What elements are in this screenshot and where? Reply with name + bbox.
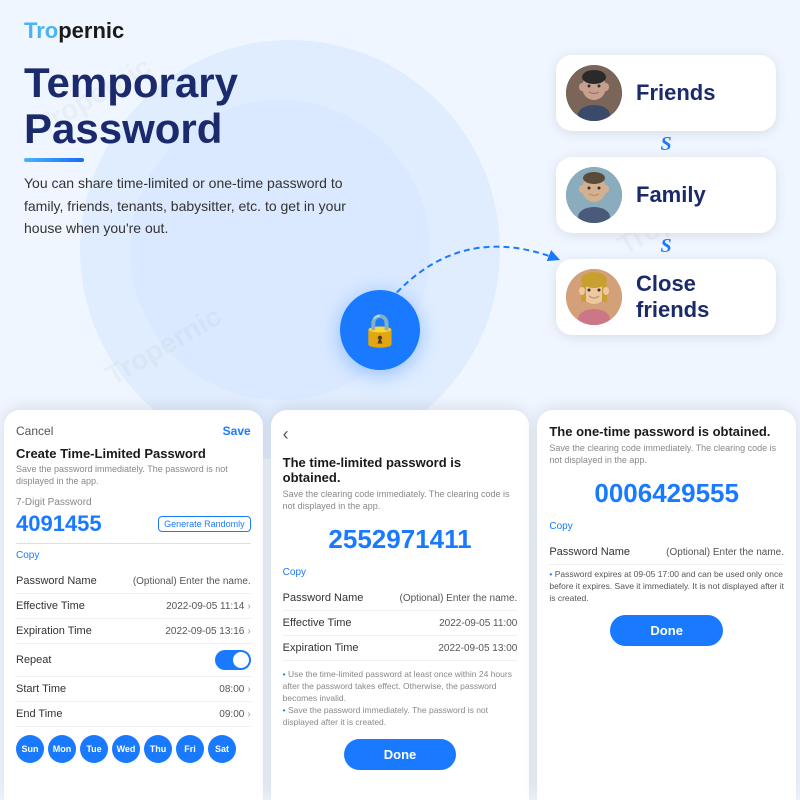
repeat-toggle[interactable] [215,650,251,670]
person-label-friends: Friends [636,80,715,106]
p3-value-name[interactable]: (Optional) Enter the name. [666,547,784,558]
form-label-expiration: Expiration Time [16,625,92,637]
phone-screen-onetime: The one-time password is obtained. Save … [537,410,796,800]
phones-row: Cancel Save Create Time-Limited Password… [0,410,800,800]
p2-label-effective: Effective Time [283,617,352,629]
digit-label: 7-Digit Password [16,497,251,508]
day-wed[interactable]: Wed [112,735,140,763]
connector-2 [556,237,776,255]
form-label-start: Start Time [16,683,66,695]
create-subtitle: Save the password immediately. The passw… [16,464,251,487]
form-value-end[interactable]: 09:00 › [219,709,250,720]
person-card-family: Family [556,157,776,233]
form-row-start: Start Time 08:00 › [16,677,251,702]
logo-tro: Tro [24,18,58,43]
p2-label-name: Password Name [283,592,364,604]
password-value[interactable]: 4091455 [16,511,102,537]
form-row-repeat: Repeat [16,644,251,677]
onetime-title: The one-time password is obtained. [549,424,784,439]
person-label-close-friends: Closefriends [636,271,709,324]
title-underline [24,158,84,162]
phone1-header: Cancel Save [16,424,251,438]
done-button-3[interactable]: Done [610,615,723,646]
lock-circle: 🔒 [340,290,420,370]
day-sat[interactable]: Sat [208,735,236,763]
p2-value-name[interactable]: (Optional) Enter the name. [400,593,518,604]
people-cards: Friends Family [556,55,776,335]
p3-row-name: Password Name (Optional) Enter the name. [549,540,784,565]
copy-link-1[interactable]: Copy [16,550,251,561]
generate-randomly-button[interactable]: Generate Randomly [158,516,251,532]
p3-label-name: Password Name [549,546,630,558]
form-label-repeat: Repeat [16,654,51,666]
password-input-row: 4091455 Generate Randomly [16,511,251,544]
back-button-2[interactable]: ‹ [283,424,518,445]
form-label-end: End Time [16,708,62,720]
cancel-button[interactable]: Cancel [16,424,53,438]
create-title: Create Time-Limited Password [16,446,251,461]
p2-row-effective: Effective Time 2022-09-05 11:00 [283,611,518,636]
form-value-effective[interactable]: 2022-09-05 11:14 › [166,601,251,612]
person-card-close-friends: Closefriends [556,259,776,335]
form-value-start[interactable]: 08:00 › [219,684,250,695]
day-fri[interactable]: Fri [176,735,204,763]
connector-1 [556,135,776,153]
phone-screen-create: Cancel Save Create Time-Limited Password… [4,410,263,800]
day-thu[interactable]: Thu [144,735,172,763]
form-row-name: Password Name (Optional) Enter the name. [16,569,251,594]
avatar-friends [566,65,622,121]
form-value-expiration[interactable]: 2022-09-05 13:16 › [165,626,250,637]
form-label-effective: Effective Time [16,600,85,612]
person-label-family: Family [636,182,706,208]
lock-icon: 🔒 [360,311,400,349]
avatar-family [566,167,622,223]
person-card-friends: Friends [556,55,776,131]
hero-title: Temporary Password [24,60,394,162]
done-button-2[interactable]: Done [344,739,457,770]
logo: Tropernic [24,18,124,44]
p2-value-expiration: 2022-09-05 13:00 [438,643,517,654]
save-button[interactable]: Save [223,424,251,438]
phone-screen-timelimited: ‹ The time-limited password is obtained.… [271,410,530,800]
copy-link-3[interactable]: Copy [549,521,784,532]
p2-row-expiration: Expiration Time 2022-09-05 13:00 [283,636,518,661]
form-value-name[interactable]: (Optional) Enter the name. [133,576,251,587]
day-sun[interactable]: Sun [16,735,44,763]
form-row-end: End Time 09:00 › [16,702,251,727]
copy-link-2[interactable]: Copy [283,567,518,578]
logo-pernic: pernic [58,18,124,43]
avatar-close-friends [566,269,622,325]
p2-value-effective: 2022-09-05 11:00 [439,618,517,629]
p2-row-name: Password Name (Optional) Enter the name. [283,586,518,611]
password-notice: • Password expires at 09-05 17:00 and ca… [549,569,784,605]
form-row-expiration: Expiration Time 2022-09-05 13:16 › [16,619,251,644]
hero-section: Temporary Password You can share time-li… [24,60,394,240]
notes-text-2: • Use the time-limited password at least… [283,669,518,728]
day-mon[interactable]: Mon [48,735,76,763]
dashed-arrow [380,200,580,320]
timelimited-password: 2552971411 [283,524,518,555]
timelimited-subtitle: Save the clearing code immediately. The … [283,489,518,512]
hero-description: You can share time-limited or one-time p… [24,172,354,239]
onetime-password: 0006429555 [549,478,784,509]
day-tue[interactable]: Tue [80,735,108,763]
form-row-effective: Effective Time 2022-09-05 11:14 › [16,594,251,619]
p2-label-expiration: Expiration Time [283,642,359,654]
timelimited-title: The time-limited password is obtained. [283,455,518,485]
onetime-subtitle: Save the clearing code immediately. The … [549,443,784,466]
form-label-name: Password Name [16,575,97,587]
days-row: Sun Mon Tue Wed Thu Fri Sat [16,735,251,763]
